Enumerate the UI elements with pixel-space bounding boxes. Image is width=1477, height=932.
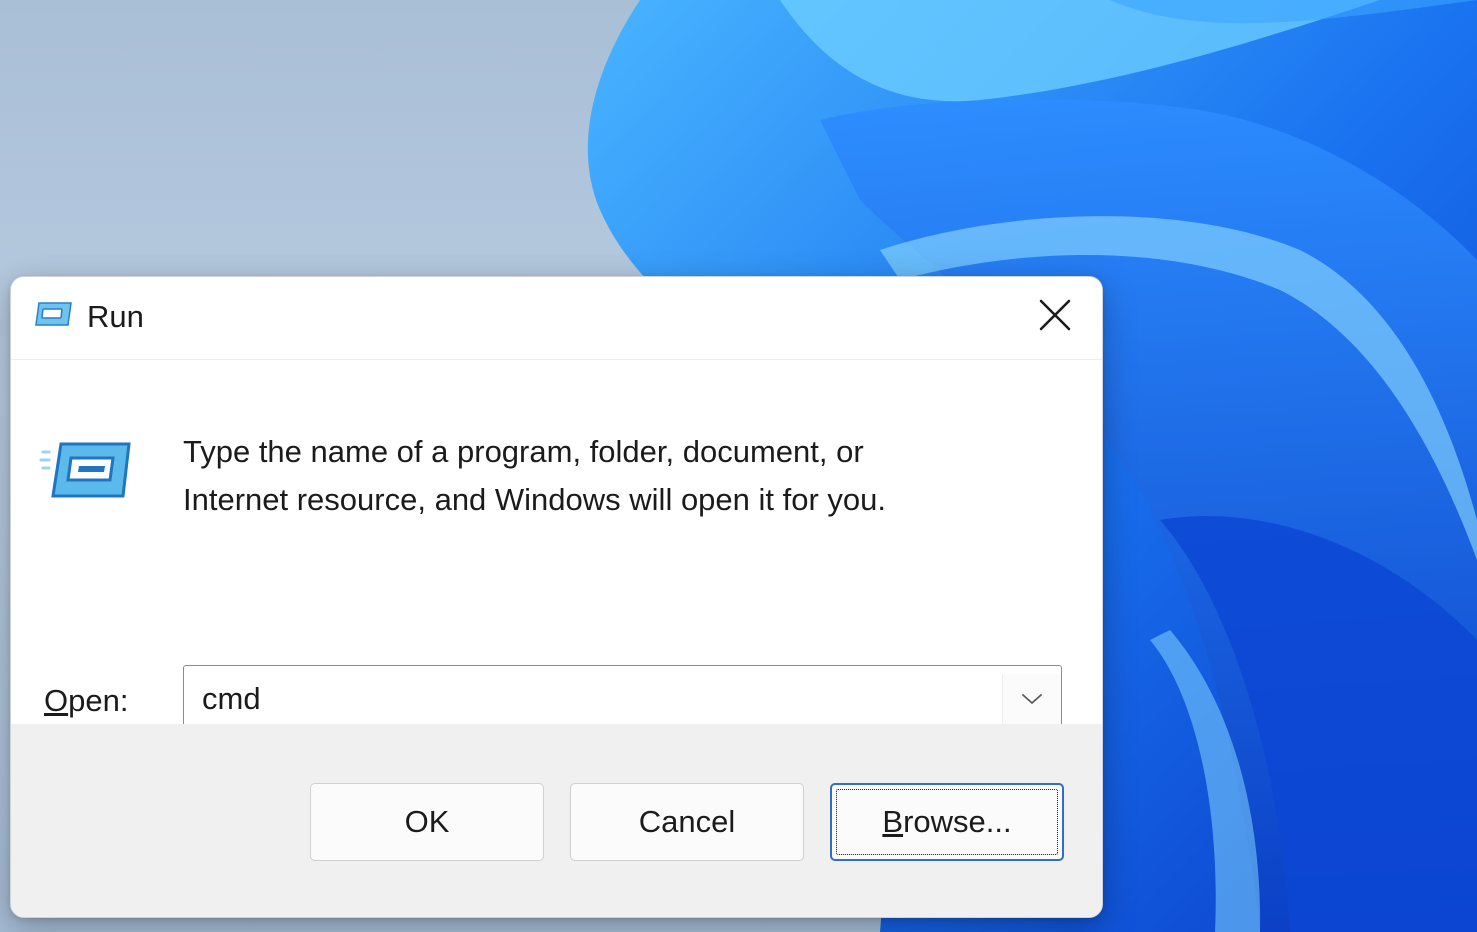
ok-button-label: OK: [405, 804, 450, 840]
browse-accelerator: B: [882, 804, 903, 839]
dialog-content: Type the name of a program, folder, docu…: [11, 360, 1102, 724]
close-icon: [1038, 298, 1072, 332]
browse-label-text: rowse...: [903, 804, 1012, 839]
open-label: Open:: [44, 681, 128, 721]
open-label-accelerator: O: [44, 683, 68, 718]
close-button[interactable]: [1025, 289, 1085, 341]
run-icon: [39, 438, 135, 504]
ok-button[interactable]: OK: [310, 783, 544, 861]
title-bar[interactable]: Run: [11, 277, 1102, 360]
open-dropdown-button[interactable]: [1002, 674, 1061, 724]
instruction-line-2: Internet resource, and Windows will open…: [183, 476, 1043, 524]
instruction-text: Type the name of a program, folder, docu…: [183, 428, 1043, 524]
open-label-text: pen:: [68, 683, 128, 718]
chevron-down-icon: [1021, 692, 1043, 706]
cancel-button[interactable]: Cancel: [570, 783, 804, 861]
desktop: Run Type the name of a program, folder, …: [0, 0, 1477, 932]
browse-button-label: Browse...: [882, 804, 1011, 840]
instruction-line-1: Type the name of a program, folder, docu…: [183, 428, 1043, 476]
window-title: Run: [87, 297, 144, 337]
open-combobox[interactable]: [183, 665, 1062, 733]
run-dialog: Run Type the name of a program, folder, …: [10, 276, 1103, 918]
browse-button[interactable]: Browse...: [830, 783, 1064, 861]
button-bar: OK Cancel Browse...: [11, 724, 1102, 917]
cancel-button-label: Cancel: [639, 804, 736, 840]
run-icon: [33, 299, 73, 329]
open-input[interactable]: [202, 678, 992, 720]
